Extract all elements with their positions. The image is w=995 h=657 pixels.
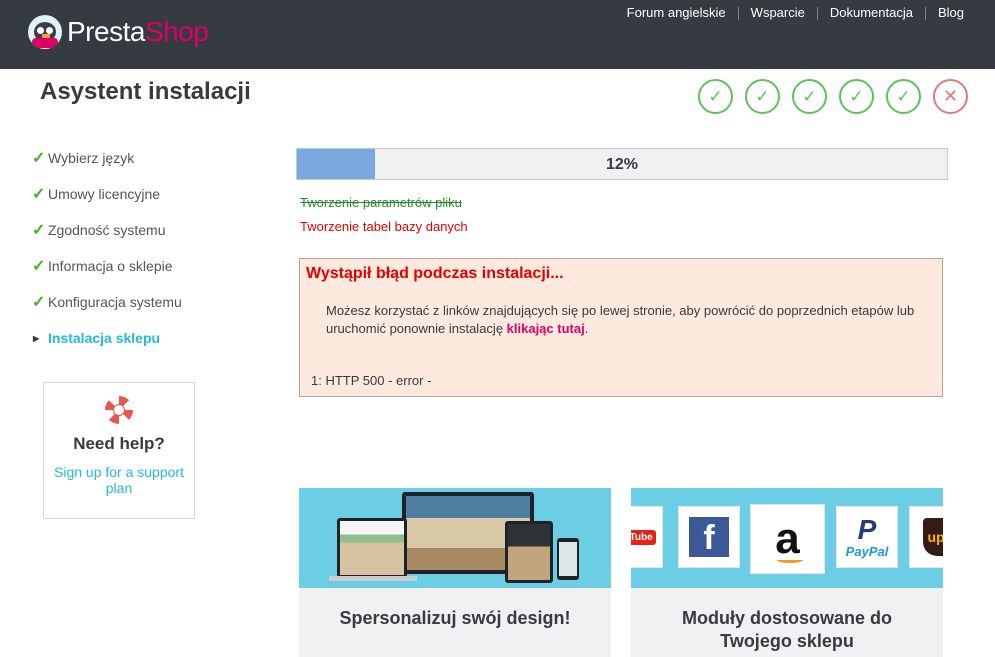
sidebar-item-system-config[interactable]: ✓ Konfiguracja systemu: [32, 284, 272, 320]
check-icon: ✓: [32, 294, 46, 311]
sidebar-item-label: Informacja o sklepie: [48, 258, 173, 274]
youtube-logo-icon: YouTube: [631, 506, 663, 568]
step-done-check-icon: ✓: [886, 79, 921, 114]
sidebar-item-license[interactable]: ✓ Umowy licencyjne: [32, 176, 272, 212]
promo-card-design[interactable]: Spersonalizuj swój design!: [299, 488, 611, 657]
sidebar-item-store-info[interactable]: ✓ Informacja o sklepie: [32, 248, 272, 284]
ups-logo-text: ups: [923, 518, 943, 556]
puffin-logo-icon: [28, 15, 62, 49]
top-navigation: Forum angielskie Wsparcie Dokumentacja B…: [615, 6, 975, 20]
page-title: Asystent instalacji: [40, 78, 251, 105]
youtube-logo-text: YouTube: [631, 529, 656, 545]
error-code: 1: HTTP 500 - error -: [311, 373, 432, 388]
installation-steps-sidebar: ✓ Wybierz język ✓ Umowy licencyjne ✓ Zgodno…: [32, 140, 272, 356]
promo-card-modules[interactable]: YouTube f a PPayPal ups Moduły dostosowa…: [631, 488, 943, 657]
check-icon: ✓: [32, 150, 46, 167]
nav-link-support[interactable]: Wsparcie: [739, 6, 817, 20]
step-done-check-icon: ✓: [698, 79, 733, 114]
sidebar-item-label: Zgodność systemu: [48, 222, 166, 238]
check-icon: ✓: [32, 258, 46, 275]
devices-illustration: [299, 488, 611, 588]
sidebar-item-label: Wybierz język: [48, 150, 135, 166]
card-caption: Moduły dostosowane do Twojego sklepu: [682, 608, 892, 651]
help-box: Need help? Sign up for a support plan: [43, 382, 195, 519]
prestashop-logo[interactable]: PrestaShop: [28, 15, 209, 49]
paypal-logo-text: PayPal: [845, 543, 889, 559]
sidebar-item-label: Umowy licencyjne: [48, 186, 161, 202]
task-failed: Tworzenie tabel bazy danych: [300, 219, 468, 234]
nav-link-blog[interactable]: Blog: [926, 6, 975, 20]
check-icon: ✓: [32, 186, 46, 203]
facebook-logo-icon: f: [678, 506, 740, 568]
installation-progress-bar: 12%: [296, 148, 948, 180]
error-message: Możesz korzystać z linków znajdujących s…: [326, 302, 926, 338]
help-title: Need help?: [73, 434, 165, 453]
logo-wordmark: PrestaShop: [67, 16, 209, 47]
caret-right-icon: ▶: [33, 333, 40, 343]
step-done-check-icon: ✓: [792, 79, 827, 114]
sidebar-item-compatibility[interactable]: ✓ Zgodność systemu: [32, 212, 272, 248]
error-message-end: .: [584, 321, 589, 336]
nav-link-documentation[interactable]: Dokumentacja: [818, 6, 925, 20]
amazon-logo-icon: a: [750, 504, 825, 574]
support-plan-link[interactable]: Sign up for a support plan: [44, 464, 194, 496]
card-caption: Spersonalizuj swój design!: [339, 608, 571, 628]
sidebar-item-label: Instalacja sklepu: [48, 330, 161, 346]
step-done-check-icon: ✓: [745, 79, 780, 114]
sidebar-item-label: Konfiguracja systemu: [48, 294, 182, 310]
sidebar-item-language[interactable]: ✓ Wybierz język: [32, 140, 272, 176]
nav-link-forum[interactable]: Forum angielskie: [615, 6, 738, 20]
error-title: Wystąpił błąd podczas instalacji...: [306, 265, 564, 282]
lifebuoy-icon: [105, 396, 133, 424]
error-alert: Wystąpił błąd podczas instalacji... Może…: [299, 258, 943, 397]
module-logos-illustration: YouTube f a PPayPal ups: [631, 488, 943, 588]
task-completed: Tworzenie parametrów pliku: [300, 195, 462, 210]
top-bar: PrestaShop Forum angielskie Wsparcie Dok…: [0, 0, 995, 69]
paypal-logo-icon: P PayPal: [836, 506, 898, 568]
error-message-text: Możesz korzystać z linków znajdujących s…: [326, 303, 915, 336]
check-icon: ✓: [32, 222, 46, 239]
step-done-check-icon: ✓: [839, 79, 874, 114]
sidebar-item-store-installation[interactable]: ▶ Instalacja sklepu: [32, 320, 272, 356]
ups-logo-icon: ups: [909, 506, 943, 568]
step-error-cross-icon: ✕: [933, 79, 968, 114]
retry-installation-link[interactable]: klikając tutaj: [507, 321, 585, 336]
progress-percentage: 12%: [605, 156, 639, 173]
step-status-indicators: ✓ ✓ ✓ ✓ ✓ ✕: [698, 79, 968, 114]
